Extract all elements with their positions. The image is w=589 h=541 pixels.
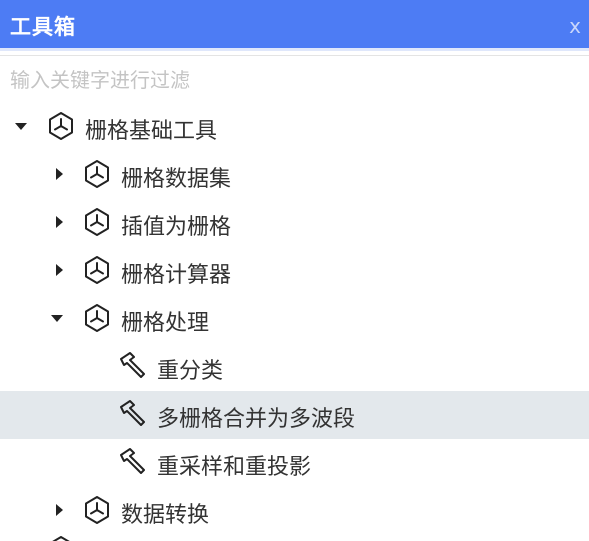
caret-right-icon[interactable]: [52, 503, 66, 517]
tree-item[interactable]: 栅格数据集: [0, 151, 589, 199]
toolbox-icon: [85, 304, 109, 332]
title-bar: 工具箱 x: [0, 0, 589, 51]
tree-item-partial[interactable]: [0, 535, 589, 541]
tree-item[interactable]: 多栅格合并为多波段: [0, 391, 589, 439]
tree-item[interactable]: 插值为栅格: [0, 199, 589, 247]
search-bar: [0, 55, 589, 99]
tree-item-label: 重采样和重投影: [157, 455, 312, 480]
toolbox-icon: [85, 160, 109, 188]
hammer-icon: [120, 400, 145, 426]
tree-item[interactable]: 栅格基础工具: [0, 103, 589, 151]
tree-item[interactable]: 栅格处理: [0, 295, 589, 343]
caret-down-icon[interactable]: [14, 119, 28, 133]
hammer-icon: [120, 448, 145, 474]
search-input[interactable]: [8, 63, 582, 97]
tree-item-label: 多栅格合并为多波段: [157, 407, 356, 432]
window-title: 工具箱: [10, 15, 76, 39]
tree-item[interactable]: 重分类: [0, 343, 589, 391]
toolbox-icon: [49, 112, 73, 140]
caret-down-icon[interactable]: [50, 311, 64, 325]
caret-right-icon[interactable]: [52, 167, 66, 181]
toolbox-icon: [85, 208, 109, 236]
hammer-icon: [120, 352, 145, 378]
caret-right-icon[interactable]: [52, 215, 66, 229]
tree-item[interactable]: 栅格计算器: [0, 247, 589, 295]
tree-item-label: 栅格基础工具: [85, 119, 218, 144]
toolbox-icon: [85, 256, 109, 284]
tree-item-label: 数据转换: [121, 503, 210, 528]
tree-item[interactable]: 重采样和重投影: [0, 439, 589, 487]
close-icon[interactable]: x: [569, 14, 581, 38]
tree-item-label: 重分类: [157, 359, 224, 384]
toolbox-icon: [52, 536, 70, 541]
caret-right-icon[interactable]: [52, 263, 66, 277]
tree-item-label: 栅格计算器: [121, 263, 232, 288]
toolbox-icon: [85, 496, 109, 524]
tree-item-label: 栅格处理: [121, 311, 210, 336]
tree-item[interactable]: 数据转换: [0, 487, 589, 535]
tree-item-label: 栅格数据集: [121, 167, 232, 192]
tree-item-label: 插值为栅格: [121, 215, 232, 240]
